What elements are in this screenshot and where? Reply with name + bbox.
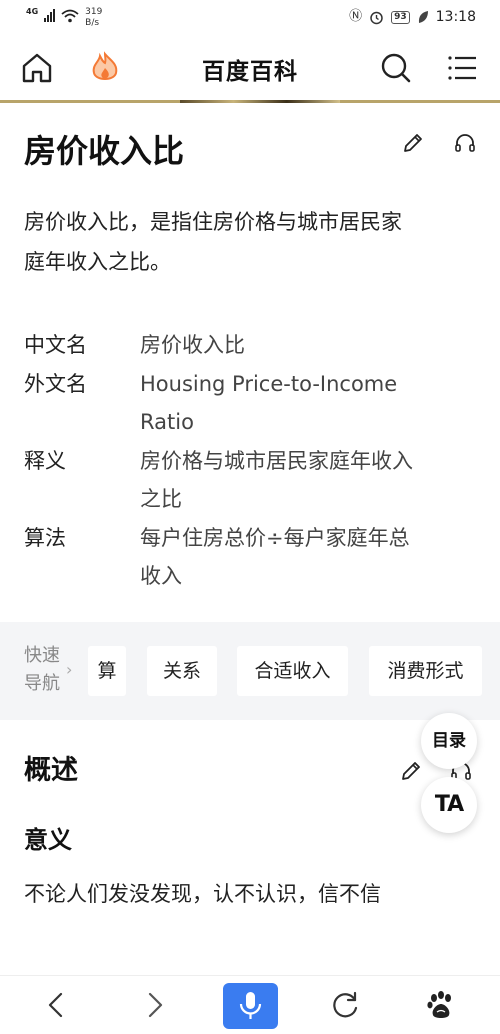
network-speed-unit: B/s [85,18,100,28]
info-key: 释义 [24,448,66,473]
edit-icon[interactable] [402,132,424,154]
info-key: 算法 [24,525,66,550]
summary-line: 房价收入比，是指住房价格与城市居民家 [24,210,402,234]
forward-icon[interactable] [137,988,171,1022]
section-title: 概述 [24,755,78,786]
info-value-line: Ratio [140,410,194,434]
quick-nav-chip[interactable]: 消费形式 [369,646,482,696]
quick-nav-label: 快速 导航 [24,642,68,698]
info-value-line: 之比 [140,487,182,511]
status-right: Ⓝ 93 13:18 [349,9,476,25]
text-size-button[interactable]: TA [421,777,477,833]
baidu-paw-icon[interactable] [424,988,458,1022]
clock: 13:18 [435,9,476,25]
summary-line: 庭年收入之比。 [24,250,171,274]
info-value-line: 房价收入比 [140,333,245,357]
info-value: 房价收入比 [140,326,479,365]
app-title: 百度百科 [202,59,298,85]
status-bar: 4G 319 B/s Ⓝ 93 13:18 [0,0,500,38]
info-value: 每户住房总价÷每户家庭年总 收入 [140,519,479,596]
info-row: 算法 每户住房总价÷每户家庭年总 收入 [24,519,479,596]
quick-nav: 快速 导航 › 算 关系 合适收入 消费形式 [0,622,500,720]
info-value: Housing Price-to-Income Ratio [140,365,479,442]
headphones-icon[interactable] [454,132,476,154]
network-speed-value: 319 [85,7,103,17]
section-paragraph: 不论人们发没发现，认不认识，信不信 [24,882,381,906]
network-label: 4G [26,7,39,16]
info-row: 外文名 Housing Price-to-Income Ratio [24,365,479,442]
info-value: 房价格与城市居民家庭年收入 之比 [140,442,479,519]
quick-nav-chip[interactable]: 算 [88,646,126,696]
network-speed: 319 B/s [85,7,102,29]
info-value-line: 收入 [140,564,182,588]
entry-title: 房价收入比 [24,132,185,170]
quick-nav-chip[interactable]: 合适收入 [237,646,348,696]
info-key: 中文名 [24,333,87,357]
info-row: 中文名 房价收入比 [24,326,479,365]
entry-summary: 房价收入比，是指住房价格与城市居民家 庭年收入之比。 [24,202,479,282]
info-value-line: 每户住房总价÷每户家庭年总 [140,525,410,550]
info-value-line: 房价格与城市居民家庭年收入 [140,448,413,473]
quick-nav-label-line: 导航 [24,673,60,694]
title-actions [402,132,476,154]
toc-button[interactable]: 目录 [421,713,477,769]
bottom-bar [0,975,500,1034]
network-indicator: 4G [26,7,38,16]
mic-icon [239,992,262,1019]
info-row: 释义 房价格与城市居民家庭年收入 之比 [24,442,479,519]
chevron-right-icon: › [66,660,73,679]
quick-nav-label-line: 快速 [24,645,60,666]
refresh-icon[interactable] [328,988,362,1022]
menu-icon[interactable] [446,51,480,85]
subsection-title: 意义 [24,826,72,854]
alarm-icon [370,11,383,24]
top-nav: 百度百科 [0,38,500,100]
info-value-line: Housing Price-to-Income [140,371,398,396]
banner-image-detail [180,100,340,103]
edit-icon[interactable] [400,760,422,782]
search-icon[interactable] [379,51,413,85]
status-left: 4G 319 B/s [26,7,102,29]
back-icon[interactable] [40,988,74,1022]
quick-nav-chip[interactable]: 关系 [147,646,217,696]
leaf-icon [418,11,428,23]
battery-indicator: 93 [391,10,410,24]
signal-icon [44,8,56,22]
wifi-icon [61,9,79,23]
voice-search-button[interactable] [223,983,278,1029]
info-box: 中文名 房价收入比 外文名 Housing Price-to-Income Ra… [24,326,479,596]
info-key: 外文名 [24,371,87,396]
nfc-icon: Ⓝ [349,9,363,24]
